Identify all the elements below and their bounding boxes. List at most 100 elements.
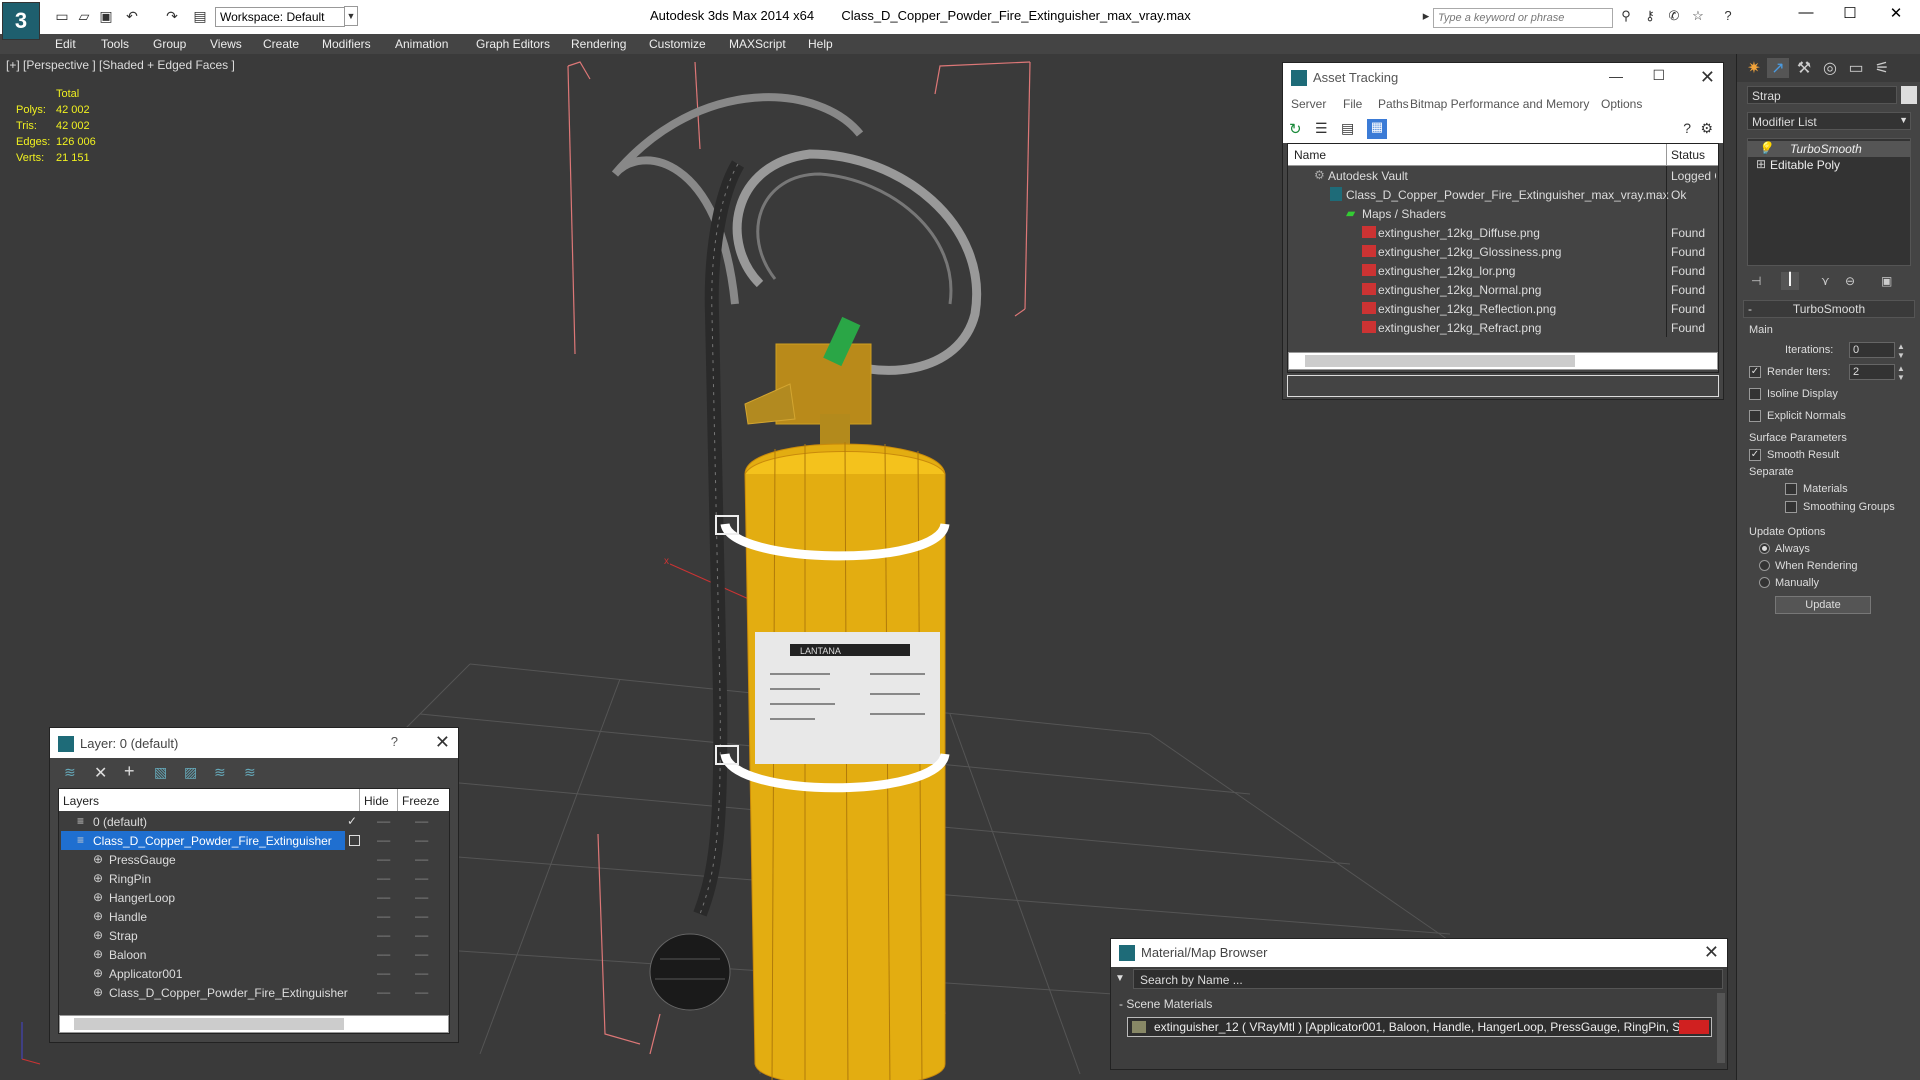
at-menu-bitmap[interactable]: Bitmap Performance and Memory — [1410, 97, 1589, 111]
separate-smoothing-checkbox[interactable] — [1785, 501, 1797, 513]
freeze-toggle[interactable]: –– — [415, 909, 428, 923]
scrollbar-thumb[interactable] — [74, 1018, 344, 1030]
update-when-rendering-radio[interactable] — [1759, 560, 1770, 571]
material-item[interactable]: extinguisher_12 ( VRayMtl ) [Applicator0… — [1127, 1017, 1712, 1037]
settings-icon[interactable]: ⚙ — [1700, 120, 1713, 137]
asset-row[interactable]: ▰ Maps / Shaders — [1288, 204, 1718, 223]
layer-row[interactable]: ⊕ Applicator001 –– –– — [59, 964, 449, 983]
at-menu-file[interactable]: File — [1343, 97, 1362, 111]
material-vertical-scrollbar[interactable] — [1717, 993, 1725, 1063]
freeze-toggle[interactable]: –– — [415, 814, 428, 828]
layer-row[interactable]: ⊕ Class_D_Copper_Powder_Fire_Extinguisher… — [59, 983, 449, 1002]
menu-tools[interactable]: Tools — [101, 37, 129, 51]
update-button[interactable]: Update — [1775, 596, 1871, 614]
minimize-icon[interactable]: — — [1609, 68, 1623, 84]
help-icon[interactable]: ? — [1683, 120, 1691, 136]
at-menu-server[interactable]: Server — [1291, 97, 1326, 111]
separate-materials-checkbox[interactable] — [1785, 483, 1797, 495]
freeze-all-icon[interactable]: ≋ — [244, 764, 256, 781]
list-view-icon[interactable]: ☰ — [1315, 120, 1333, 138]
update-manually-radio[interactable] — [1759, 577, 1770, 588]
open-file-icon[interactable]: ▱ — [74, 7, 94, 25]
menu-maxscript[interactable]: MAXScript — [729, 37, 786, 51]
freeze-toggle[interactable]: –– — [415, 833, 428, 847]
scrollbar-thumb[interactable] — [1305, 355, 1575, 367]
menu-modifiers[interactable]: Modifiers — [322, 37, 371, 51]
layer-row[interactable]: ⊕ Handle –– –– — [59, 907, 449, 926]
close-icon[interactable]: ✕ — [1704, 942, 1719, 963]
maximize-icon[interactable]: ☐ — [1652, 67, 1665, 84]
active-layer-check-icon[interactable]: ✓ — [347, 814, 357, 828]
keyword-search-input[interactable]: Type a keyword or phrase — [1433, 8, 1613, 28]
configure-sets-icon[interactable]: ▣ — [1881, 274, 1892, 288]
asset-row[interactable]: extingusher_12kg_Reflection.png Found — [1288, 299, 1718, 318]
hide-toggle[interactable]: –– — [377, 909, 390, 923]
freeze-toggle[interactable]: –– — [415, 985, 428, 999]
asset-path-field[interactable] — [1287, 375, 1719, 397]
close-icon[interactable]: ✕ — [1876, 4, 1916, 26]
new-layer-icon[interactable]: ≋ — [64, 764, 76, 781]
modify-tab-icon[interactable]: ↗ — [1767, 58, 1789, 78]
col-hide-header[interactable]: Hide — [359, 789, 393, 811]
browser-options-icon[interactable]: ▼ — [1115, 969, 1131, 987]
col-freeze-header[interactable]: Freeze — [397, 789, 443, 811]
menu-rendering[interactable]: Rendering — [571, 37, 626, 51]
remove-modifier-icon[interactable]: ⊖ — [1845, 274, 1855, 288]
hide-toggle[interactable]: –– — [377, 871, 390, 885]
hide-all-icon[interactable]: ≋ — [214, 764, 226, 781]
spinner-arrows-icon[interactable]: ▲ ▼ — [1897, 364, 1905, 382]
menu-graph-editors[interactable]: Graph Editors — [476, 37, 550, 51]
layer-row[interactable]: ≡ 0 (default) ✓ –– –– — [59, 812, 449, 831]
workspace-dropdown[interactable]: Workspace: Default — [215, 7, 345, 27]
binoculars-icon[interactable]: ⚲ — [1616, 8, 1636, 26]
asset-row[interactable]: Class_D_Copper_Powder_Fire_Extinguisher_… — [1288, 185, 1718, 204]
object-name-field[interactable]: Strap — [1747, 86, 1897, 104]
col-name-header[interactable]: Name — [1294, 148, 1326, 162]
hide-toggle[interactable]: –– — [377, 814, 390, 828]
pin-stack-icon[interactable]: ⊣ — [1751, 274, 1761, 288]
redo-icon[interactable]: ↷ — [162, 7, 182, 25]
help-icon[interactable]: ? — [391, 734, 398, 749]
help-icon[interactable]: ? — [1718, 8, 1738, 26]
layer-row[interactable]: ⊕ PressGauge –– –– — [59, 850, 449, 869]
freeze-toggle[interactable]: –– — [415, 871, 428, 885]
asset-horizontal-scrollbar[interactable] — [1288, 352, 1718, 370]
freeze-toggle[interactable]: –– — [415, 928, 428, 942]
col-layers-header[interactable]: Layers — [63, 794, 99, 808]
freeze-toggle[interactable]: –– — [415, 852, 428, 866]
menu-customize[interactable]: Customize — [649, 37, 706, 51]
spinner-arrows-icon[interactable]: ▲ ▼ — [1897, 342, 1905, 360]
favorites-star-icon[interactable]: ☆ — [1688, 8, 1708, 26]
layer-row[interactable]: ⊕ Baloon –– –– — [59, 945, 449, 964]
layer-row[interactable]: ⊕ Strap –– –– — [59, 926, 449, 945]
freeze-toggle[interactable]: –– — [415, 947, 428, 961]
freeze-toggle[interactable]: –– — [415, 890, 428, 904]
layer-row[interactable]: ⊕ RingPin –– –– — [59, 869, 449, 888]
asset-row[interactable]: extingusher_12kg_Diffuse.png Found — [1288, 223, 1718, 242]
show-end-result-icon[interactable]: ┃ — [1781, 272, 1799, 290]
object-color-swatch[interactable] — [1901, 86, 1917, 104]
lightbulb-icon[interactable]: 💡 — [1758, 141, 1773, 155]
maximize-icon[interactable]: ☐ — [1830, 4, 1870, 26]
save-file-icon[interactable]: ▣ — [96, 7, 116, 25]
highlight-layer-icon[interactable]: ▨ — [184, 764, 197, 781]
menu-views[interactable]: Views — [210, 37, 242, 51]
turbosmooth-rollout-header[interactable]: - TurboSmooth — [1743, 300, 1915, 318]
menu-group[interactable]: Group — [153, 37, 186, 51]
menu-help[interactable]: Help — [808, 37, 833, 51]
asset-row[interactable]: extingusher_12kg_Glossiness.png Found — [1288, 242, 1718, 261]
undo-icon[interactable]: ↶ — [122, 7, 142, 25]
utilities-tab-icon[interactable]: ⚟ — [1871, 58, 1893, 78]
asset-row[interactable]: extingusher_12kg_Refract.png Found — [1288, 318, 1718, 337]
layer-row[interactable]: ⊕ HangerLoop –– –– — [59, 888, 449, 907]
display-tab-icon[interactable]: ▭ — [1845, 58, 1867, 78]
at-menu-paths[interactable]: Paths — [1378, 97, 1409, 111]
smooth-result-checkbox[interactable]: ✓ — [1749, 449, 1761, 461]
hide-toggle[interactable]: –– — [377, 966, 390, 980]
freeze-toggle[interactable]: –– — [415, 966, 428, 980]
project-folder-icon[interactable]: ▤ — [190, 7, 210, 25]
layer-horizontal-scrollbar[interactable] — [59, 1015, 449, 1033]
expand-plus-icon[interactable]: ⊞ — [1756, 157, 1766, 171]
subscription-icon[interactable]: ⚷ — [1640, 8, 1660, 26]
material-search-input[interactable]: Search by Name ... — [1133, 969, 1723, 989]
